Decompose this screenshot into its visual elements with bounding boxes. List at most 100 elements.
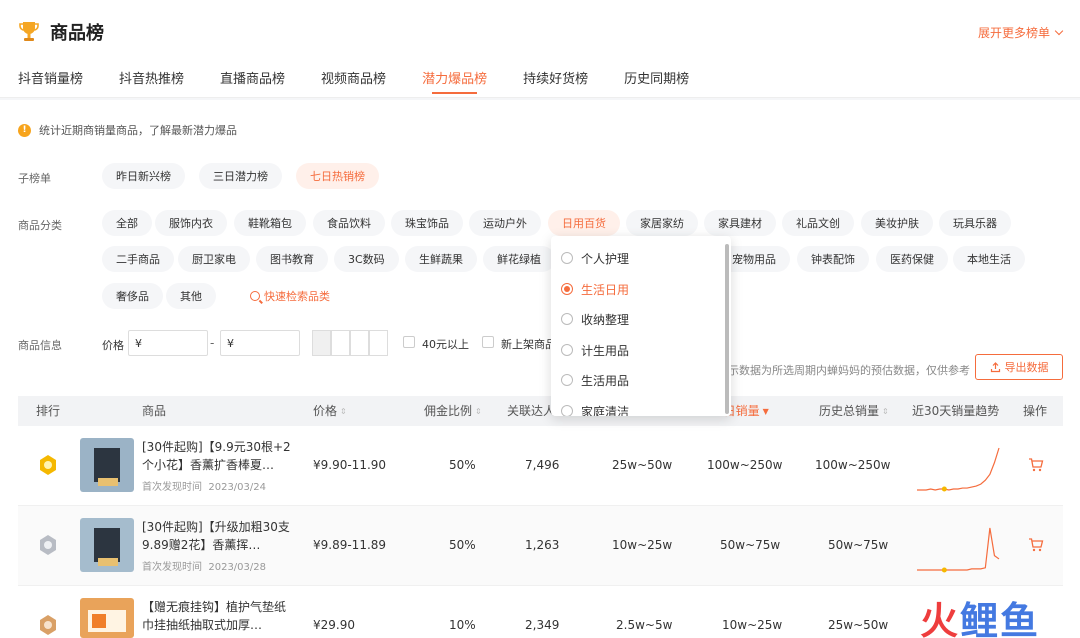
- sales7-cell: 100w~250w: [707, 458, 783, 472]
- dropdown-scrollbar[interactable]: [725, 244, 729, 414]
- watermark-logo: 火鲤鱼: [920, 590, 1040, 638]
- price-segment[interactable]: [312, 330, 331, 356]
- price-segment[interactable]: [350, 330, 369, 356]
- influencers-cell: 1,263: [525, 538, 560, 552]
- category-chip[interactable]: 家具建材: [704, 210, 776, 236]
- category-chip[interactable]: 医药保健: [876, 246, 948, 272]
- category-chip[interactable]: 食品饮料: [313, 210, 385, 236]
- export-label: 导出数据: [1004, 361, 1049, 374]
- top-bar: 商品榜 展开更多榜单 抖音销量榜 抖音热推榜 直播商品榜 视频商品榜 潜力爆品榜…: [0, 0, 1080, 98]
- cart-icon[interactable]: [1028, 457, 1044, 473]
- col-influencers[interactable]: 关联达人: [507, 396, 555, 426]
- radio-icon: [561, 344, 573, 356]
- expand-more-lists-link[interactable]: 展开更多榜单: [978, 24, 1064, 41]
- category-chip[interactable]: 全部: [102, 210, 152, 236]
- price-max-input[interactable]: ¥: [220, 330, 300, 356]
- col-history-sales[interactable]: 历史总销量 ⇕: [819, 396, 889, 426]
- table-row[interactable]: [30件起购]【9.9元30根+2个小花】香薰扩香棒夏… 首次发现时间 2023…: [18, 426, 1063, 506]
- dropdown-option[interactable]: 收纳整理: [561, 309, 629, 329]
- sub-list-seven-day[interactable]: 七日热销榜: [296, 163, 379, 189]
- category-chip[interactable]: 3C数码: [334, 246, 399, 272]
- title-row: 商品榜: [18, 18, 104, 46]
- quick-category-search-button[interactable]: 快速检索品类: [236, 283, 344, 309]
- price-segment[interactable]: [369, 330, 388, 356]
- tab-douyin-sales[interactable]: 抖音销量榜: [18, 68, 83, 96]
- radio-checked-icon: [561, 283, 573, 295]
- tab-douyin-hot[interactable]: 抖音热推榜: [119, 68, 184, 96]
- product-name[interactable]: [30件起购]【升级加粗30支9.89赠2花】香薰挥…: [142, 518, 297, 554]
- price-range-dash: -: [210, 336, 215, 350]
- export-data-button[interactable]: 导出数据: [975, 354, 1063, 380]
- checkbox-new-listing-label: 新上架商品: [501, 338, 556, 351]
- col-action: 操作: [1023, 404, 1048, 418]
- commission-cell: 50%: [449, 458, 476, 472]
- category-chip[interactable]: 玩具乐器: [939, 210, 1011, 236]
- cart-icon[interactable]: [1028, 537, 1044, 553]
- category-chip[interactable]: 奢侈品: [102, 283, 163, 309]
- dropdown-option[interactable]: 个人护理: [561, 248, 629, 268]
- dropdown-option-label: 生活日用: [581, 282, 630, 297]
- dropdown-option[interactable]: 家庭清洁: [561, 401, 629, 416]
- trend-point: [941, 486, 947, 492]
- radio-icon: [561, 252, 573, 264]
- first-seen-label: 首次发现时间: [142, 482, 202, 493]
- price-segment[interactable]: [331, 330, 350, 356]
- watermark-char: 鱼: [1000, 599, 1041, 638]
- category-chip[interactable]: 礼品文创: [782, 210, 854, 236]
- watermark-char: 鲤: [960, 599, 1001, 638]
- trend-sparkline: [917, 527, 1000, 573]
- category-chip[interactable]: 二手商品: [102, 246, 174, 272]
- checkbox-over-40-label: 40元以上: [422, 338, 469, 351]
- tab-sustained-good[interactable]: 持续好货榜: [523, 68, 588, 96]
- col-history-label: 历史总销量: [819, 404, 880, 418]
- category-chip[interactable]: 本地生活: [953, 246, 1025, 272]
- rank-medal-icon: [40, 535, 56, 555]
- dropdown-option[interactable]: 生活用品: [561, 370, 629, 390]
- category-chip[interactable]: 厨卫家电: [178, 246, 250, 272]
- category-chip[interactable]: 图书教育: [256, 246, 328, 272]
- category-chip[interactable]: 鞋靴箱包: [234, 210, 306, 236]
- sales-range-cell: 25w~50w: [612, 458, 673, 472]
- history-sales-cell: 100w~250w: [815, 458, 891, 472]
- product-name[interactable]: 【赠无痕挂钩】植护气垫纸巾挂抽纸抽取式加厚…: [142, 598, 297, 634]
- category-chip[interactable]: 服饰内衣: [155, 210, 227, 236]
- dropdown-option-selected[interactable]: 生活日用: [561, 279, 629, 299]
- tab-live-products[interactable]: 直播商品榜: [220, 68, 285, 96]
- category-chip-daily-goods[interactable]: 日用百货: [548, 210, 620, 236]
- table-row[interactable]: [30件起购]【升级加粗30支9.89赠2花】香薰挥… 首次发现时间 2023/…: [18, 506, 1063, 586]
- checkbox-new-listing[interactable]: [482, 336, 494, 348]
- product-info-label: 商品信息: [18, 339, 62, 352]
- tab-video-products[interactable]: 视频商品榜: [321, 68, 386, 96]
- trend-line: [917, 527, 1000, 571]
- tab-history-same-period[interactable]: 历史同期榜: [624, 68, 689, 96]
- category-chip[interactable]: 鲜花绿植: [483, 246, 555, 272]
- checkbox-over-40[interactable]: [403, 336, 415, 348]
- category-chip[interactable]: 珠宝饰品: [391, 210, 463, 236]
- category-chip[interactable]: 其他: [166, 283, 216, 309]
- product-name[interactable]: [30件起购]【9.9元30根+2个小花】香薰扩香棒夏…: [142, 438, 297, 474]
- dropdown-option-label: 生活用品: [581, 373, 630, 388]
- col-price[interactable]: 价格 ⇕: [313, 396, 347, 426]
- category-chip[interactable]: 家居家纺: [626, 210, 698, 236]
- category-dropdown[interactable]: 个人护理 生活日用 收纳整理 计生用品 生活用品 家庭清洁: [551, 236, 731, 416]
- category-chip[interactable]: 生鲜蔬果: [405, 246, 477, 272]
- table-row[interactable]: 【赠无痕挂钩】植护气垫纸巾挂抽纸抽取式加厚… ¥29.90 10% 2,349 …: [18, 586, 1063, 638]
- history-sales-cell: 50w~75w: [828, 538, 889, 552]
- commission-cell: 50%: [449, 538, 476, 552]
- sort-desc-icon: ▼: [762, 406, 769, 416]
- category-chip[interactable]: 钟表配饰: [797, 246, 869, 272]
- category-chip[interactable]: 美妆护肤: [861, 210, 933, 236]
- dropdown-option-label: 个人护理: [581, 251, 630, 266]
- category-chip[interactable]: 运动户外: [469, 210, 541, 236]
- export-icon: [990, 361, 1000, 372]
- product-thumbnail[interactable]: [80, 438, 134, 492]
- col-commission[interactable]: 佣金比例 ⇕: [424, 396, 482, 426]
- sales7-cell: 50w~75w: [720, 538, 781, 552]
- tab-potential-hits[interactable]: 潜力爆品榜: [422, 68, 487, 96]
- product-thumbnail[interactable]: [80, 598, 134, 638]
- sub-list-yesterday-new[interactable]: 昨日新兴榜: [102, 163, 185, 189]
- price-min-input[interactable]: ¥: [128, 330, 208, 356]
- dropdown-option[interactable]: 计生用品: [561, 340, 629, 360]
- product-thumbnail[interactable]: [80, 518, 134, 572]
- sub-list-three-day[interactable]: 三日潜力榜: [199, 163, 282, 189]
